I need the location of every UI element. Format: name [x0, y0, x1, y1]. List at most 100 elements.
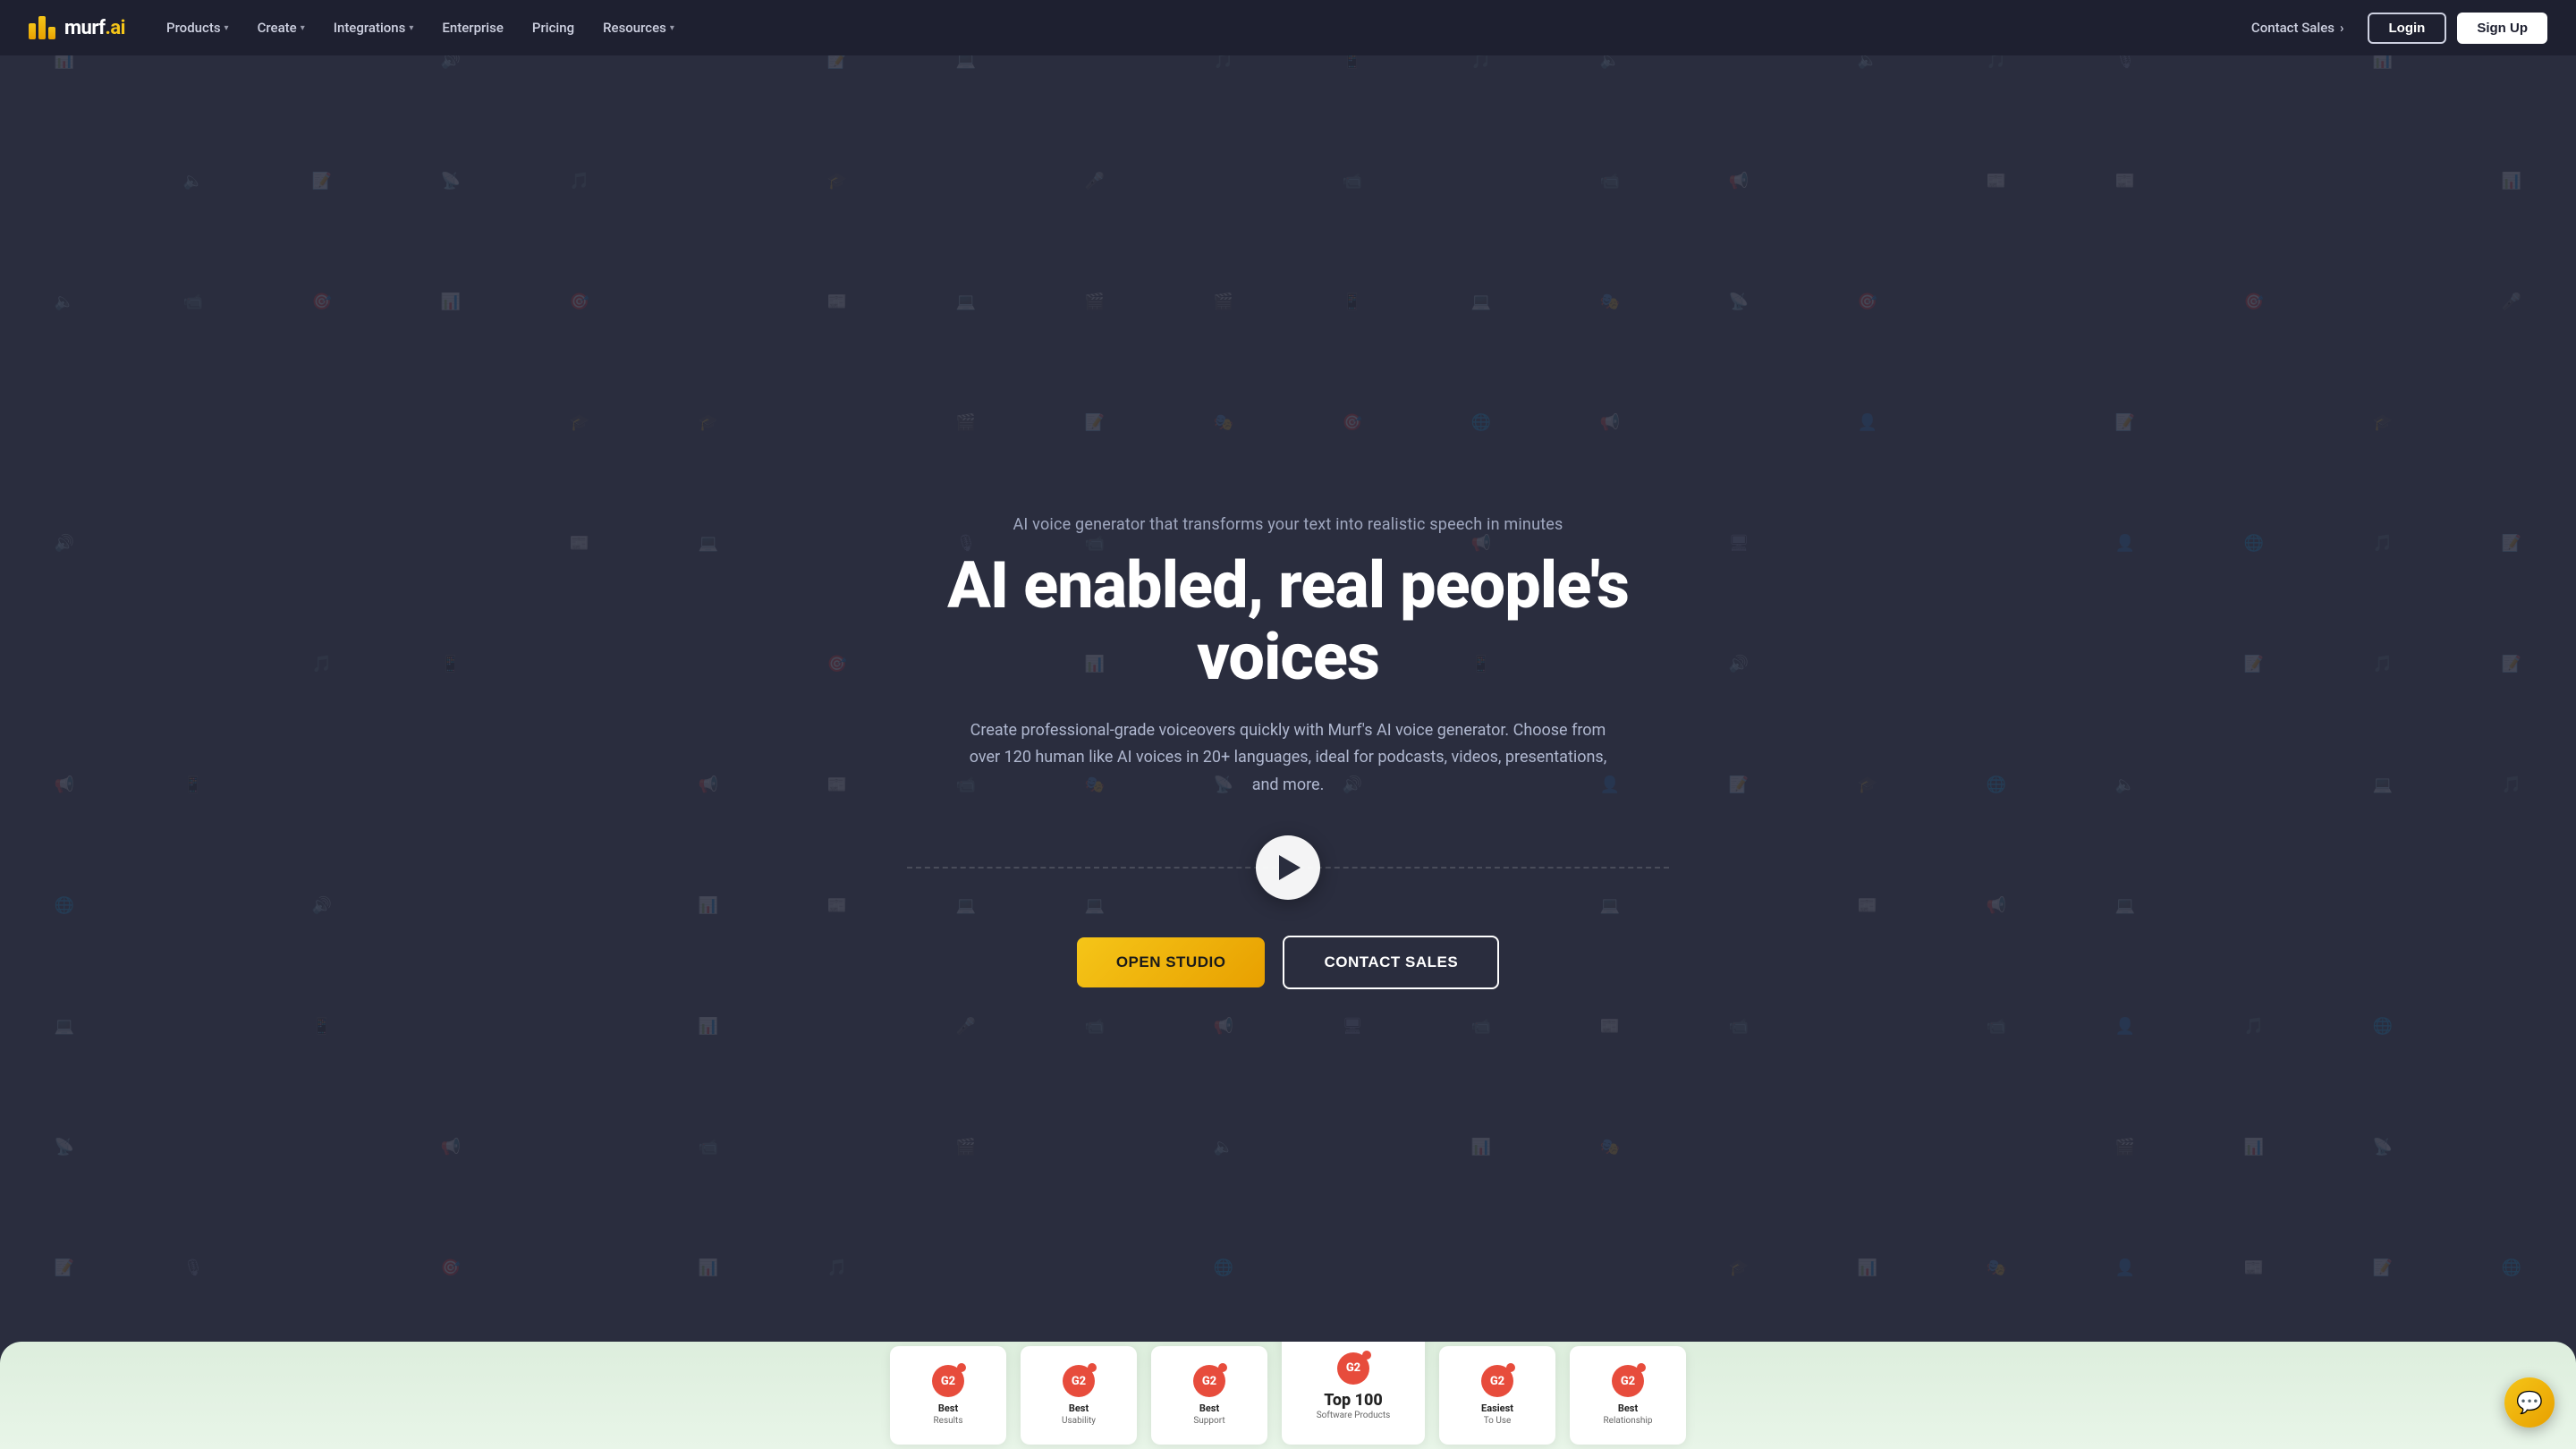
icon-cell: 👤: [2061, 483, 2190, 604]
icon-cell: 💻: [2318, 724, 2447, 845]
nav-items: Products ▾ Create ▾ Integrations ▾ Enter…: [154, 13, 687, 43]
icon-cell: 💻: [0, 966, 129, 1087]
login-button[interactable]: Login: [2368, 13, 2447, 44]
icon-cell: 📹: [1932, 966, 2061, 1087]
icon-cell: 👤: [2061, 966, 2190, 1087]
logo-icon: [29, 16, 55, 39]
icon-cell: 🎓: [1674, 1208, 1803, 1328]
icon-cell: [515, 966, 644, 1087]
icon-cell: [1288, 1208, 1417, 1328]
contact-sales-nav-link[interactable]: Contact Sales ›: [2239, 13, 2357, 43]
icon-cell: 🎓: [2318, 362, 2447, 483]
navbar-right: Contact Sales › Login Sign Up: [2239, 13, 2547, 44]
icon-cell: [386, 362, 515, 483]
icon-cell: 📊: [2447, 121, 2576, 242]
awards-section: G2 Best Results G2 Best Usability G2 Bes…: [0, 1342, 2576, 1449]
hero-subtitle: AI voice generator that transforms your …: [907, 515, 1669, 534]
icon-cell: [2318, 121, 2447, 242]
icon-cell: 🎯: [1288, 362, 1417, 483]
icon-cell: 📢: [1932, 845, 2061, 966]
icon-cell: [129, 362, 258, 483]
icon-cell: 📹: [644, 1087, 773, 1208]
icon-cell: 📢: [1546, 362, 1674, 483]
nav-products[interactable]: Products ▾: [154, 13, 242, 43]
award-card: G2 Top 100 Software Products: [1282, 1342, 1425, 1445]
icon-cell: 🔊: [0, 483, 129, 604]
icon-cell: 📝: [2447, 604, 2576, 724]
icon-cell: 🎬: [1159, 242, 1288, 362]
icon-cell: 📰: [773, 724, 902, 845]
icon-cell: 🎵: [773, 1208, 902, 1328]
nav-create[interactable]: Create ▾: [245, 13, 318, 43]
logo-bar-1: [29, 23, 36, 39]
icon-cell: 📝: [2318, 1208, 2447, 1328]
icon-cell: 📢: [644, 724, 773, 845]
open-studio-button[interactable]: OPEN STUDIO: [1077, 937, 1266, 987]
icon-cell: 🎵: [2447, 724, 2576, 845]
icon-cell: 📡: [2318, 1087, 2447, 1208]
icon-cell: 📝: [1030, 362, 1159, 483]
icon-cell: [129, 604, 258, 724]
icon-cell: [386, 845, 515, 966]
icon-cell: 🌐: [2318, 966, 2447, 1087]
icon-cell: 📊: [2190, 1087, 2318, 1208]
icon-cell: [258, 1087, 386, 1208]
icon-cell: 📊: [644, 845, 773, 966]
play-section: [907, 835, 1669, 900]
icon-cell: 🎯: [2190, 242, 2318, 362]
icon-cell: 🎤: [2447, 242, 2576, 362]
icon-cell: 🎙: [129, 1208, 258, 1328]
icon-cell: 🎯: [773, 604, 902, 724]
icon-cell: [386, 483, 515, 604]
icon-cell: 💻: [2061, 845, 2190, 966]
products-chevron-icon: ▾: [225, 23, 229, 33]
icon-cell: [515, 1087, 644, 1208]
play-icon: [1279, 855, 1301, 880]
play-button[interactable]: [1256, 835, 1320, 900]
icon-cell: 📊: [1803, 1208, 1932, 1328]
nav-enterprise[interactable]: Enterprise: [429, 13, 515, 43]
icon-cell: [1546, 1208, 1674, 1328]
icon-cell: 🎵: [2190, 966, 2318, 1087]
contact-sales-arrow-icon: ›: [2340, 20, 2344, 36]
icon-cell: 🎯: [386, 1208, 515, 1328]
signup-button[interactable]: Sign Up: [2457, 13, 2547, 44]
icon-cell: 📊: [386, 242, 515, 362]
icon-cell: [1803, 121, 1932, 242]
award-title: Best: [1069, 1402, 1089, 1415]
icon-cell: 🎵: [258, 604, 386, 724]
logo[interactable]: murf.ai: [29, 16, 125, 39]
chat-bubble[interactable]: 💬: [2504, 1377, 2555, 1428]
icon-cell: [2061, 242, 2190, 362]
logo-bar-3: [48, 27, 55, 39]
logo-bar-2: [38, 16, 46, 39]
icon-cell: [1932, 604, 2061, 724]
icon-cell: 👤: [2061, 1208, 2190, 1328]
icon-cell: [1030, 1208, 1159, 1328]
nav-integrations[interactable]: Integrations ▾: [321, 13, 427, 43]
icon-cell: 🌐: [2190, 483, 2318, 604]
icon-cell: 📝: [2061, 362, 2190, 483]
navbar: murf.ai Products ▾ Create ▾ Integrations…: [0, 0, 2576, 55]
hero-section: 📊🔊📝💻🎵📱🎵🔈🔈🎵🎙📊🔈📝📡🎵🎓🎤📹📹📢📰📰📊🔈📹🎯📊🎯📰💻🎬🎬📱💻🎭📡🎯🎯🎤…: [0, 0, 2576, 1449]
icon-cell: 📹: [1674, 966, 1803, 1087]
icon-cell: [1030, 1087, 1159, 1208]
icon-cell: [258, 362, 386, 483]
g2-badge: G2: [1193, 1365, 1225, 1397]
nav-pricing[interactable]: Pricing: [520, 13, 587, 43]
nav-resources[interactable]: Resources ▾: [590, 13, 687, 43]
icon-cell: 📝: [2447, 483, 2576, 604]
icon-cell: [0, 604, 129, 724]
icon-cell: 📹: [1288, 121, 1417, 242]
award-card: G2 Best Relationship: [1570, 1346, 1686, 1445]
icon-cell: [2447, 966, 2576, 1087]
icon-cell: 📱: [129, 724, 258, 845]
g2-badge: G2: [1063, 1365, 1095, 1397]
icon-cell: [1932, 362, 2061, 483]
icon-cell: 🎭: [1159, 362, 1288, 483]
contact-sales-button[interactable]: CONTACT SALES: [1283, 936, 1499, 989]
icon-cell: [644, 242, 773, 362]
award-card: G2 Best Support: [1151, 1346, 1267, 1445]
icon-cell: 📹: [1546, 121, 1674, 242]
hero-content: AI voice generator that transforms your …: [886, 515, 1690, 988]
